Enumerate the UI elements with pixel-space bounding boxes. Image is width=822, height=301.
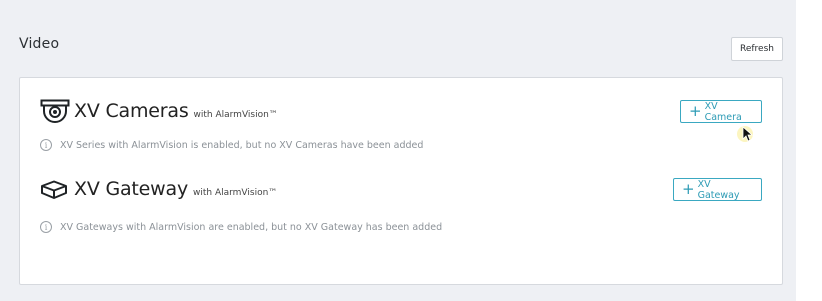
xv-gateway-info-text: XV Gateways with AlarmVision are enabled… xyxy=(60,221,443,233)
xv-cameras-title: XV Cameras xyxy=(74,100,189,122)
gateway-box-icon xyxy=(41,180,67,199)
plus-icon: + xyxy=(682,180,695,198)
xv-cameras-subtitle: with AlarmVision™ xyxy=(193,110,278,120)
dome-camera-icon xyxy=(40,99,70,123)
xv-gateway-title: XV Gateway xyxy=(74,178,188,200)
add-xv-camera-label: XV Camera xyxy=(704,100,742,123)
section-title: Video xyxy=(19,36,60,52)
xv-cameras-info: i XV Series with AlarmVision is enabled,… xyxy=(40,139,423,151)
video-card: XV Cameras with AlarmVision™ i XV Series… xyxy=(19,77,783,285)
xv-gateway-subtitle: with AlarmVision™ xyxy=(193,188,278,198)
xv-cameras-info-text: XV Series with AlarmVision is enabled, b… xyxy=(60,139,424,151)
mouse-cursor-icon xyxy=(737,126,754,142)
add-xv-camera-button[interactable]: + XV Camera xyxy=(680,100,762,123)
add-xv-gateway-button[interactable]: + XV Gateway xyxy=(673,178,762,201)
xv-gateway-info: i XV Gateways with AlarmVision are enabl… xyxy=(40,221,442,233)
refresh-button[interactable]: Refresh xyxy=(731,37,783,61)
xv-gateway-heading: XV Gateway with AlarmVision™ xyxy=(74,178,277,200)
info-icon: i xyxy=(40,221,52,233)
add-xv-gateway-label: XV Gateway xyxy=(697,178,740,201)
xv-cameras-heading: XV Cameras with AlarmVision™ xyxy=(74,100,278,122)
info-icon: i xyxy=(40,139,52,151)
plus-icon: + xyxy=(689,102,702,120)
